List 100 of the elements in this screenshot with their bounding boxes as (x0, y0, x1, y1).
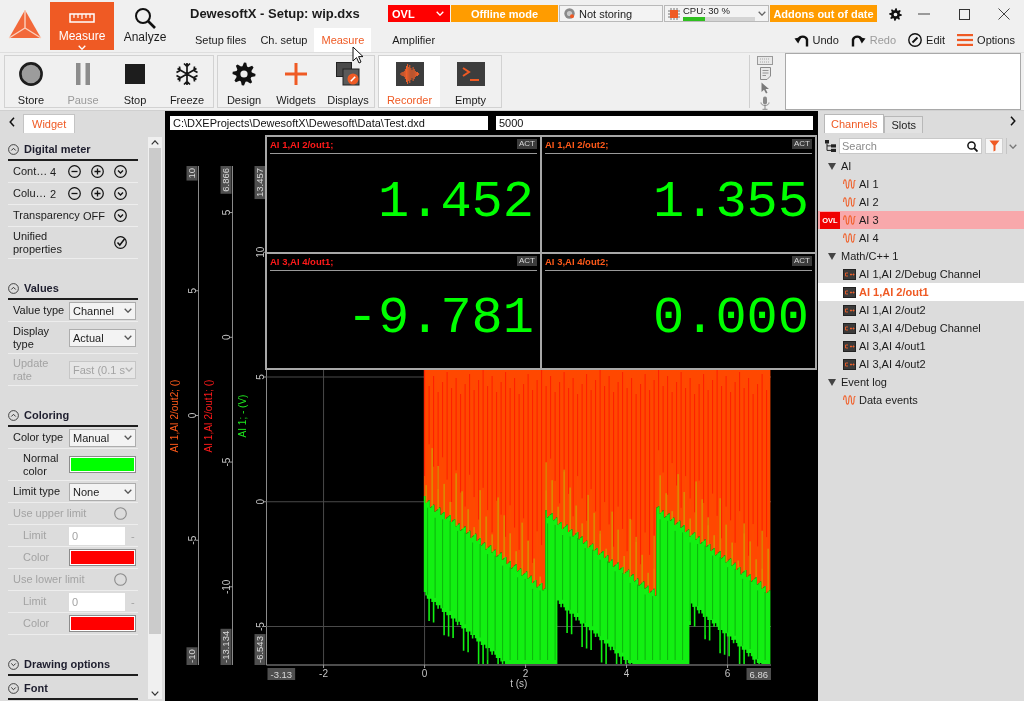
action-button[interactable]: Undo (793, 33, 839, 47)
tree-item[interactable]: AI 1,AI 2/Debug Channel (818, 265, 1024, 283)
unit-label: - (131, 529, 135, 542)
gear-icon (232, 62, 256, 86)
section-header[interactable]: Font (8, 678, 138, 700)
cpu-monitor[interactable]: CPU: 30 % (664, 5, 769, 22)
meter-channel-label: AI 1,AI 2/out2; (545, 139, 609, 150)
status-badge: ACT (792, 139, 812, 149)
plus-circle-icon[interactable] (91, 165, 104, 178)
toolbar-button[interactable]: Widgets (270, 56, 322, 107)
dropdown[interactable]: Actual (69, 328, 136, 347)
tab[interactable]: Ch. setup (253, 28, 315, 52)
toolbar-button[interactable]: Empty (440, 56, 501, 107)
minus-circle-icon[interactable] (68, 187, 81, 200)
pencil-circle-icon (908, 33, 923, 47)
meter-value: 1.355 (652, 174, 809, 231)
settings-icon[interactable] (889, 8, 902, 21)
dropdown[interactable]: Manual (69, 428, 136, 447)
tree-item[interactable]: AI 3,AI 4/Debug Channel (818, 319, 1024, 337)
toolbar-button[interactable]: Store (5, 56, 57, 107)
microphone-icon[interactable] (760, 96, 770, 110)
tab[interactable]: Setup files (188, 28, 254, 52)
check-circle-icon[interactable] (114, 236, 127, 249)
minus-circle-icon[interactable] (68, 165, 81, 178)
section-header[interactable]: Coloring (8, 405, 138, 427)
tree-group[interactable]: Math/C++ 1 (818, 247, 1024, 265)
chevron-right-icon[interactable] (1010, 116, 1016, 126)
triangle-icon[interactable] (828, 162, 836, 170)
axis-max-label: 10 (186, 166, 198, 181)
axis-tick-label: 0 (220, 334, 232, 341)
color-picker-button[interactable] (69, 456, 136, 473)
digital-meter[interactable]: AI 1,AI 2/out2; ACT 1.355 (542, 137, 815, 252)
toolbar-button[interactable]: Recorder (379, 56, 440, 107)
tab[interactable]: Amplifier (385, 28, 443, 52)
action-button[interactable]: Edit (908, 33, 946, 47)
digital-meter[interactable]: AI 1,AI 2/out1; ACT 1.452 (267, 137, 540, 252)
axis-tick-label: -2 (319, 668, 328, 679)
tree-group[interactable]: Event log (818, 373, 1024, 391)
chevron-down-circle-icon[interactable] (114, 187, 127, 200)
wave-icon (843, 179, 856, 189)
tree-item[interactable]: AI 4 (818, 229, 1024, 247)
tab[interactable]: Measure (314, 28, 372, 52)
filter-icon[interactable] (988, 140, 1000, 152)
triangle-icon[interactable] (828, 378, 836, 386)
dropdown[interactable]: None (69, 482, 136, 501)
mode-button[interactable]: Analyze (114, 2, 176, 50)
tree-group[interactable]: AI (818, 157, 1024, 175)
maximize-icon[interactable] (958, 8, 970, 20)
code-tile-icon (843, 304, 856, 316)
dropdown[interactable]: Channel (69, 301, 136, 320)
chevron-up-icon[interactable] (151, 140, 159, 145)
tree-item[interactable]: AI 3,AI 4/out2 (818, 355, 1024, 373)
digital-meter[interactable]: AI 3,AI 4/out1; ACT -9.781 (267, 253, 540, 368)
chevron-down-icon (436, 11, 444, 16)
axis-tick-label: 2 (522, 668, 529, 679)
ruler-icon (69, 11, 95, 24)
path-field[interactable]: C:\DXEProjects\DewesoftX\Dewesoft\Data\Test.dxd (170, 116, 488, 130)
tree-item[interactable]: AI 2 (818, 193, 1024, 211)
field-label: Limit (23, 595, 48, 608)
tree-item[interactable]: AI 1,AI 2/out2 (818, 301, 1024, 319)
section-header[interactable]: Values (8, 278, 138, 300)
toolbar-button[interactable]: Displays (322, 56, 374, 107)
chevron-down-circle-icon[interactable] (114, 165, 127, 178)
cursor-icon[interactable] (760, 82, 770, 94)
tree-item[interactable]: AI 1 (818, 175, 1024, 193)
field-value: OFF (83, 209, 106, 222)
scrollbar[interactable] (148, 137, 162, 699)
toolbar-button[interactable]: Design (218, 56, 270, 107)
tree-item[interactable]: Data events (818, 391, 1024, 409)
axis-tick-label: 0 (421, 668, 428, 679)
tab[interactable]: Slots (884, 116, 923, 133)
tab[interactable]: Widget (23, 114, 76, 133)
meter-channel-label: AI 1,AI 2/out1; (270, 139, 334, 150)
toolbar-button[interactable]: Freeze (161, 56, 213, 107)
digital-meter[interactable]: AI 3,AI 4/out2; ACT 0.000 (542, 253, 815, 368)
tab[interactable]: Channels (824, 114, 885, 133)
chevron-down-icon (78, 45, 86, 50)
note-icon[interactable] (759, 67, 771, 80)
field-value: 2 (50, 187, 58, 200)
tree-view-icon[interactable] (825, 140, 836, 152)
chevron-down-circle-icon[interactable] (114, 209, 127, 222)
chevron-down-icon[interactable] (151, 691, 159, 696)
number-field[interactable]: 5000 (496, 116, 813, 130)
chevron-down-icon (124, 308, 132, 313)
axis-tick-label: -10 (220, 579, 232, 595)
toolbar-button[interactable]: Stop (109, 56, 161, 107)
alarm-dropdown[interactable]: OVL (388, 5, 450, 22)
section-header[interactable]: Drawing options (8, 654, 138, 676)
action-button[interactable]: Options (957, 34, 1015, 46)
close-icon[interactable] (998, 8, 1010, 20)
section-header[interactable]: Digital meter (8, 139, 138, 161)
meter-value: 1.452 (377, 174, 534, 231)
scrollbar-thumb[interactable] (149, 148, 161, 634)
axis-min-label: -10 (186, 647, 198, 665)
chevron-left-icon[interactable] (9, 117, 15, 127)
search-icon[interactable] (967, 140, 978, 152)
tree-item[interactable]: AI 3,AI 4/out1 (818, 337, 1024, 355)
plus-circle-icon[interactable] (91, 187, 104, 200)
search-field[interactable]: Search (839, 138, 982, 154)
triangle-icon[interactable] (828, 252, 836, 260)
